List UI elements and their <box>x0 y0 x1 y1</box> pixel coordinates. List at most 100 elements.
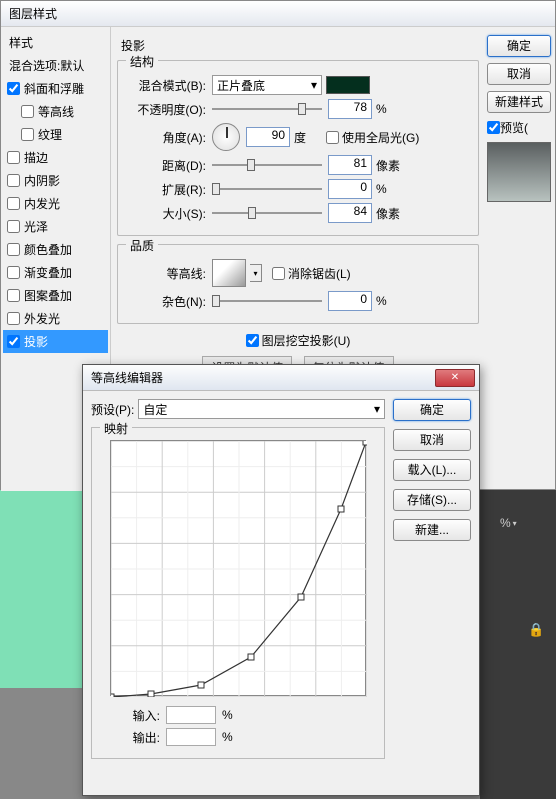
antialias-checkbox[interactable]: 消除锯齿(L) <box>272 265 351 282</box>
style-item-1[interactable]: 等高线 <box>3 100 108 123</box>
opacity-indicator[interactable]: %▾ <box>500 516 523 530</box>
style-item-label: 内阴影 <box>24 172 60 189</box>
style-checkbox[interactable] <box>7 82 20 95</box>
style-item-label: 斜面和浮雕 <box>24 80 84 97</box>
mapping-group: 映射 输入: % 输出: % <box>91 427 385 759</box>
mapping-title: 映射 <box>100 420 132 437</box>
dialog-right-buttons: 确定 取消 新建样式 预览( <box>485 27 555 491</box>
contour-editor-dialog: 等高线编辑器 ✕ 预设(P): 自定▾ 映射 输入: % 输出: <box>82 364 480 796</box>
style-checkbox[interactable] <box>7 174 20 187</box>
contour-ok-button[interactable]: 确定 <box>393 399 471 421</box>
shadow-color-swatch[interactable] <box>326 76 370 94</box>
opacity-slider[interactable] <box>212 100 322 118</box>
style-item-9[interactable]: 图案叠加 <box>3 284 108 307</box>
background-green <box>0 488 82 688</box>
preview-checkbox[interactable]: 预览( <box>487 119 553 136</box>
blend-mode-label: 混合模式(B): <box>126 77 212 94</box>
sidebar-header[interactable]: 样式 <box>3 31 108 54</box>
spread-slider[interactable] <box>212 180 322 198</box>
style-checkbox[interactable] <box>7 197 20 210</box>
quality-group-title: 品质 <box>126 237 158 254</box>
blend-mode-select[interactable]: 正片叠底▾ <box>212 75 322 95</box>
style-item-0[interactable]: 斜面和浮雕 <box>3 77 108 100</box>
size-slider[interactable] <box>212 204 322 222</box>
contour-dialog-title: 等高线编辑器 <box>91 369 163 386</box>
structure-group-title: 结构 <box>126 53 158 70</box>
noise-slider[interactable] <box>212 292 322 310</box>
noise-label: 杂色(N): <box>126 293 212 310</box>
style-checkbox[interactable] <box>21 105 34 118</box>
style-checkbox[interactable] <box>7 243 20 256</box>
panel-section-title: 投影 <box>121 39 145 53</box>
contour-dialog-titlebar[interactable]: 等高线编辑器 ✕ <box>83 365 479 391</box>
contour-curve-canvas[interactable] <box>110 440 366 696</box>
style-item-3[interactable]: 描边 <box>3 146 108 169</box>
contour-new-button[interactable]: 新建... <box>393 519 471 541</box>
noise-field[interactable]: 0 <box>328 291 372 311</box>
distance-label: 距离(D): <box>126 157 212 174</box>
new-style-button[interactable]: 新建样式 <box>487 91 551 113</box>
style-item-4[interactable]: 内阴影 <box>3 169 108 192</box>
distance-slider[interactable] <box>212 156 322 174</box>
style-item-label: 光泽 <box>24 218 48 235</box>
spread-label: 扩展(R): <box>126 181 212 198</box>
style-checkbox[interactable] <box>7 335 20 348</box>
style-item-label: 描边 <box>24 149 48 166</box>
spread-field[interactable]: 0 <box>328 179 372 199</box>
contour-save-button[interactable]: 存储(S)... <box>393 489 471 511</box>
style-item-label: 投影 <box>24 333 48 350</box>
style-checkbox[interactable] <box>7 151 20 164</box>
style-checkbox[interactable] <box>7 266 20 279</box>
ok-button[interactable]: 确定 <box>487 35 551 57</box>
chevron-down-icon: ▾ <box>311 78 317 92</box>
blending-options-item[interactable]: 混合选项:默认 <box>3 54 108 77</box>
style-checkbox[interactable] <box>7 220 20 233</box>
angle-field[interactable]: 90 <box>246 127 290 147</box>
style-item-2[interactable]: 纹理 <box>3 123 108 146</box>
global-light-checkbox[interactable]: 使用全局光(G) <box>326 129 419 146</box>
style-item-label: 内发光 <box>24 195 60 212</box>
style-item-label: 外发光 <box>24 310 60 327</box>
preset-select[interactable]: 自定▾ <box>138 399 385 419</box>
input-field[interactable] <box>166 706 216 724</box>
close-button[interactable]: ✕ <box>435 369 475 387</box>
style-item-5[interactable]: 内发光 <box>3 192 108 215</box>
style-checkbox[interactable] <box>7 289 20 302</box>
knockout-checkbox[interactable]: 图层挖空投影(U) <box>246 332 351 349</box>
dialog-title: 图层样式 <box>1 1 555 27</box>
contour-dropdown-arrow[interactable]: ▾ <box>250 264 262 282</box>
lock-icon[interactable]: 🔒 <box>528 622 544 638</box>
preview-thumbnail <box>487 142 551 202</box>
style-item-10[interactable]: 外发光 <box>3 307 108 330</box>
preset-label: 预设(P): <box>91 401 134 418</box>
opacity-field[interactable]: 78 <box>328 99 372 119</box>
chevron-down-icon: ▾ <box>513 519 523 528</box>
size-label: 大小(S): <box>126 205 212 222</box>
style-item-8[interactable]: 渐变叠加 <box>3 261 108 284</box>
output-field[interactable] <box>166 728 216 746</box>
style-item-7[interactable]: 颜色叠加 <box>3 238 108 261</box>
contour-label: 等高线: <box>126 265 212 282</box>
structure-group: 结构 混合模式(B): 正片叠底▾ 不透明度(O): 78 % 角度(A): 9… <box>117 60 479 236</box>
style-item-label: 渐变叠加 <box>24 264 72 281</box>
output-label: 输出: <box>120 729 160 746</box>
style-item-label: 等高线 <box>38 103 74 120</box>
contour-load-button[interactable]: 载入(L)... <box>393 459 471 481</box>
input-label: 输入: <box>120 707 160 724</box>
right-dark-panel <box>480 488 556 799</box>
size-field[interactable]: 84 <box>328 203 372 223</box>
style-checkbox[interactable] <box>7 312 20 325</box>
style-checkbox[interactable] <box>21 128 34 141</box>
distance-field[interactable]: 81 <box>328 155 372 175</box>
style-item-label: 纹理 <box>38 126 62 143</box>
angle-dial[interactable] <box>212 123 240 151</box>
quality-group: 品质 等高线: ▾ 消除锯齿(L) 杂色(N): 0 % <box>117 244 479 324</box>
style-item-label: 图案叠加 <box>24 287 72 304</box>
cancel-button[interactable]: 取消 <box>487 63 551 85</box>
angle-label: 角度(A): <box>126 129 212 146</box>
contour-picker[interactable] <box>212 259 246 287</box>
style-item-label: 颜色叠加 <box>24 241 72 258</box>
contour-cancel-button[interactable]: 取消 <box>393 429 471 451</box>
style-item-11[interactable]: 投影 <box>3 330 108 353</box>
style-item-6[interactable]: 光泽 <box>3 215 108 238</box>
